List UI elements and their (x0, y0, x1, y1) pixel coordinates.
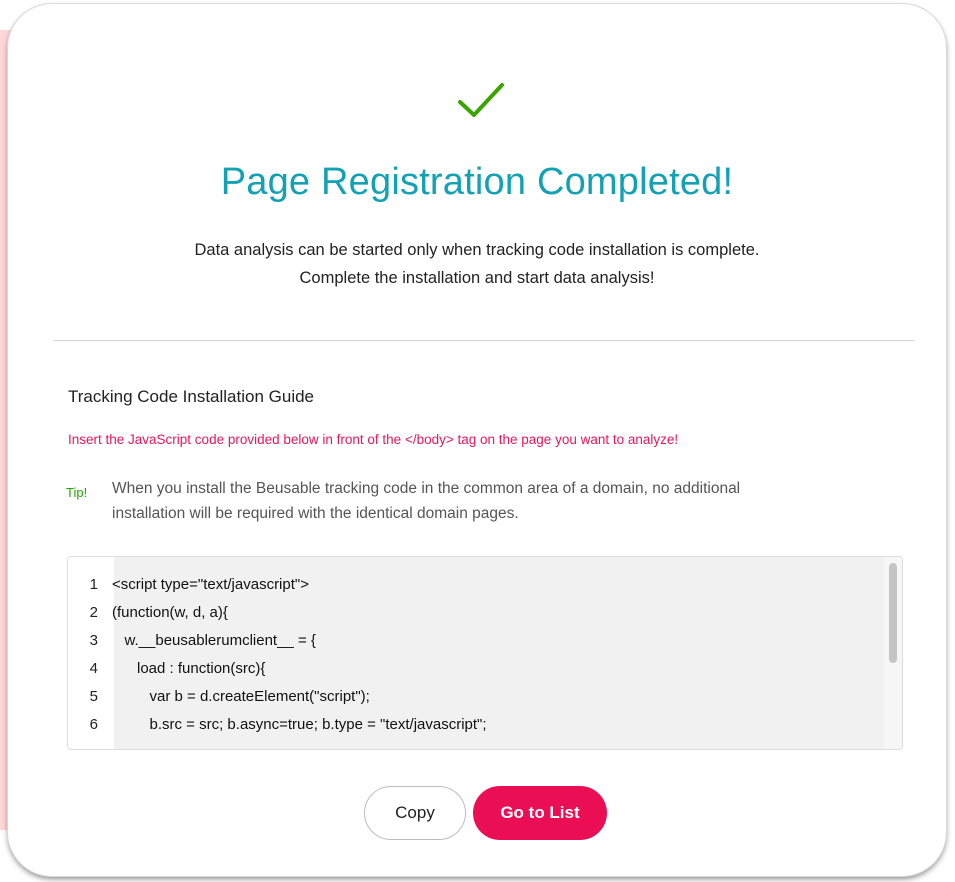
code-text: b.src = src; b.async=true; b.type = "tex… (112, 716, 487, 733)
modal-subtitle: Data analysis can be started only when t… (8, 236, 946, 292)
line-number: 5 (89, 688, 98, 705)
line-number: 4 (89, 660, 98, 677)
code-line: 1 <script type="text/javascript"> (68, 571, 878, 599)
code-line: 4 load : function(src){ (68, 655, 878, 683)
code-line: 6 b.src = src; b.async=true; b.type = "t… (68, 711, 878, 739)
code-text: <script type="text/javascript"> (112, 576, 309, 593)
subtitle-line-2: Complete the installation and start data… (299, 269, 655, 287)
scrollbar-thumb[interactable] (889, 563, 897, 663)
code-line: 5 var b = d.createElement("script"); (68, 683, 878, 711)
line-number: 3 (89, 632, 98, 649)
tip-line-2: installation will be required with the i… (112, 505, 519, 522)
code-text: var b = d.createElement("script"); (112, 688, 370, 705)
registration-complete-modal: Page Registration Completed! Data analys… (8, 4, 946, 876)
divider (54, 340, 914, 341)
line-number: 2 (89, 604, 98, 621)
code-scrollbar[interactable] (884, 557, 902, 749)
tracking-code-box[interactable]: 1 <script type="text/javascript"> 2 (fun… (67, 556, 903, 750)
tip-line-1: When you install the Beusable tracking c… (112, 480, 741, 497)
copy-button[interactable]: Copy (364, 786, 466, 840)
tip-text: When you install the Beusable tracking c… (112, 476, 892, 526)
code-text: load : function(src){ (112, 660, 266, 677)
code-line: 2 (function(w, d, a){ (68, 599, 878, 627)
page: Page Registration Completed! Data analys… (0, 0, 955, 882)
guide-heading: Tracking Code Installation Guide (68, 387, 315, 406)
line-number: 1 (89, 576, 98, 593)
subtitle-line-1: Data analysis can be started only when t… (194, 241, 760, 259)
install-notice: Insert the JavaScript code provided belo… (68, 432, 679, 447)
line-number: 6 (89, 716, 98, 733)
modal-title: Page Registration Completed! (220, 161, 734, 203)
code-text: w.__beusablerumclient__ = { (112, 632, 316, 649)
tip-label: Tip! (66, 485, 88, 500)
code-text: (function(w, d, a){ (112, 604, 228, 621)
checkmark-icon (458, 83, 504, 117)
go-to-list-button[interactable]: Go to List (473, 786, 607, 840)
code-line: 3 w.__beusablerumclient__ = { (68, 627, 878, 655)
